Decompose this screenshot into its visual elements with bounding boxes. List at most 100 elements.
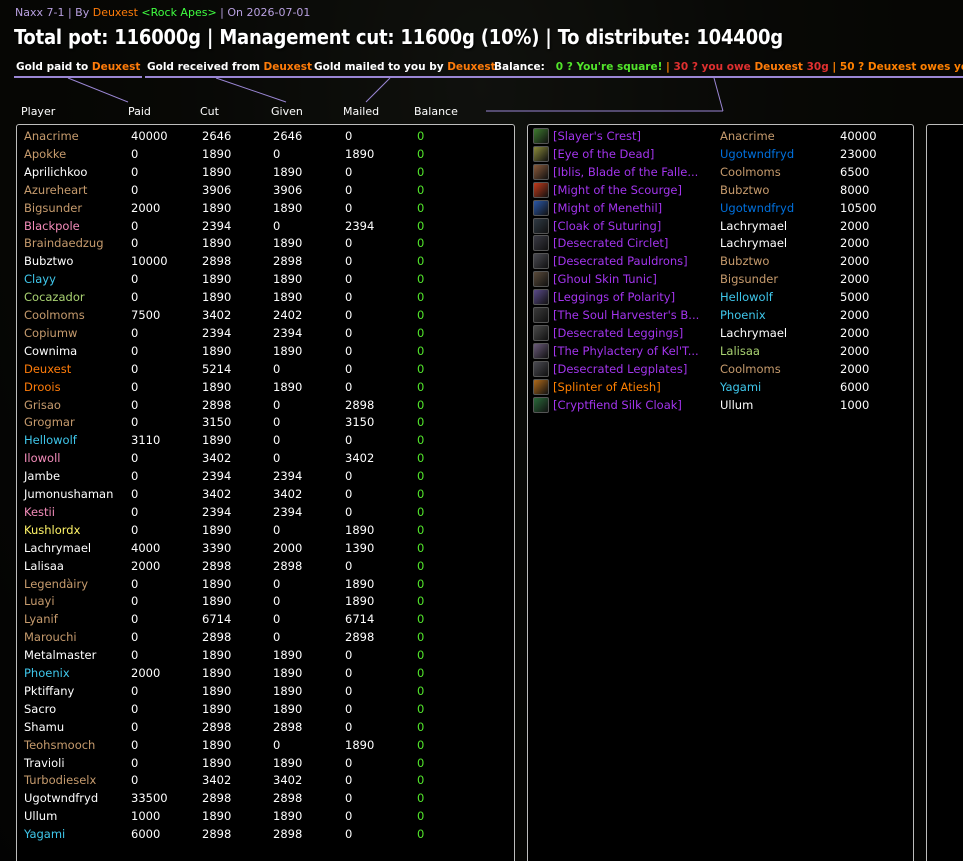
player-paid-cell: 10000 [131,254,168,269]
player-row[interactable]: Bubztwo 10000 2898 2898 0 0 [17,252,514,270]
player-given-cell: 2394 [273,325,303,340]
player-row[interactable]: Teohsmooch 0 1890 0 1890 0 [17,736,514,754]
loot-row[interactable]: [The Soul Harvester's B... Phoenix 2000 [528,306,913,324]
loot-panel[interactable]: [Slayer's Crest] Anacrime 40000 [Eye of the… [527,124,914,861]
player-balance-cell: 0 [417,683,425,698]
item-link[interactable]: [Slayer's Crest] [553,127,641,145]
player-row[interactable]: Ullum 1000 1890 1890 0 0 [17,807,514,825]
player-row[interactable]: Grogmar 0 3150 0 3150 0 [17,413,514,431]
item-link[interactable]: [Might of Menethil] [553,199,662,217]
player-row[interactable]: Anacrime 40000 2646 2646 0 0 [17,127,514,145]
player-row[interactable]: Lalisaa 2000 2898 2898 0 0 [17,557,514,575]
player-row[interactable]: Turbodieselx 0 3402 3402 0 0 [17,771,514,789]
loot-row[interactable]: [Desecrated Circlet] Lachrymael 2000 [528,234,913,252]
player-balance-cell: 0 [417,325,425,340]
player-row[interactable]: Travioli 0 1890 1890 0 0 [17,754,514,772]
item-link[interactable]: [Eye of the Dead] [553,145,654,163]
player-row[interactable]: Braindaedzug 0 1890 1890 0 0 [17,234,514,252]
player-row[interactable]: Kushlordx 0 1890 0 1890 0 [17,521,514,539]
player-mailed-cell: 0 [345,343,353,358]
loot-row[interactable]: [Eye of the Dead] Ugotwndfryd 23000 [528,145,913,163]
loot-row[interactable]: [Splinter of Atiesh] Yagami 6000 [528,378,913,396]
item-link[interactable]: [The Soul Harvester's B... [553,306,699,324]
player-row[interactable]: Jambe 0 2394 2394 0 0 [17,467,514,485]
player-row[interactable]: Metalmaster 0 1890 1890 0 0 [17,646,514,664]
player-row[interactable]: Coolmoms 7500 3402 2402 0 0 [17,306,514,324]
item-link[interactable]: [Cryptfiend Silk Cloak] [553,396,682,414]
player-given-cell: 0 [273,361,281,376]
player-row[interactable]: Cownima 0 1890 1890 0 0 [17,342,514,360]
player-balance-cell: 0 [417,773,425,788]
player-row[interactable]: Azureheart 0 3906 3906 0 0 [17,181,514,199]
player-row[interactable]: Pktiffany 0 1890 1890 0 0 [17,682,514,700]
player-row[interactable]: Grisao 0 2898 0 2898 0 [17,396,514,414]
loot-row[interactable]: [Desecrated Legplates] Coolmoms 2000 [528,360,913,378]
item-link[interactable]: [Splinter of Atiesh] [553,378,661,396]
item-link[interactable]: [Might of the Scourge] [553,181,682,199]
player-row[interactable]: Yagami 6000 2898 2898 0 0 [17,825,514,843]
loot-row[interactable]: [Slayer's Crest] Anacrime 40000 [528,127,913,145]
loot-row[interactable]: [Leggings of Polarity] Hellowolf 5000 [528,288,913,306]
player-row[interactable]: Lachrymael 4000 3390 2000 1390 0 [17,539,514,557]
loot-row[interactable]: [Cryptfiend Silk Cloak] Ullum 1000 [528,396,913,414]
player-row[interactable]: Apokke 0 1890 0 1890 0 [17,145,514,163]
player-row[interactable]: Copiumw 0 2394 2394 0 0 [17,324,514,342]
player-given-cell: 0 [273,397,281,412]
player-name-cell: Braindaedzug [24,236,104,251]
player-given-cell: 3402 [273,773,303,788]
item-link[interactable]: [Desecrated Legplates] [553,360,687,378]
player-row[interactable]: Shamu 0 2898 2898 0 0 [17,718,514,736]
player-row[interactable]: Marouchi 0 2898 0 2898 0 [17,628,514,646]
player-mailed-cell: 0 [345,433,353,448]
loot-row[interactable]: [Cloak of Suturing] Lachrymael 2000 [528,217,913,235]
player-name-cell: Blackpole [24,218,80,233]
player-row[interactable]: Lyanif 0 6714 0 6714 0 [17,610,514,628]
winner-name: Ugotwndfryd [720,146,795,161]
item-link[interactable]: [Desecrated Circlet] [553,234,668,252]
players-panel[interactable]: Anacrime 40000 2646 2646 0 0 Apokke 0 1890 0 1890 0… [16,124,515,861]
player-row[interactable]: Droois 0 1890 1890 0 0 [17,378,514,396]
player-row[interactable]: Luayi 0 1890 0 1890 0 [17,592,514,610]
loot-row[interactable]: [The Phylactery of Kel'T... Lalisaa 2000 [528,342,913,360]
eye-of-the-dead-icon [533,145,549,162]
player-given-cell: 1890 [273,683,303,698]
item-price: 2000 [840,218,870,233]
player-row[interactable]: Cocazador 0 1890 1890 0 0 [17,288,514,306]
player-row[interactable]: Aprilichkoo 0 1890 1890 0 0 [17,163,514,181]
player-row[interactable]: Hellowolf 3110 1890 0 0 0 [17,431,514,449]
loot-row[interactable]: [Might of Menethil] Ugotwndfryd 10500 [528,199,913,217]
player-row[interactable]: Ilowoll 0 3402 0 3402 0 [17,449,514,467]
player-row[interactable]: Kestii 0 2394 2394 0 0 [17,503,514,521]
item-link[interactable]: [Iblis, Blade of the Falle... [553,163,698,181]
loot-row[interactable]: [Desecrated Pauldrons] Bubztwo 2000 [528,252,913,270]
cryptfiend-silk-cloak-icon [533,396,549,413]
player-row[interactable]: Clayy 0 1890 1890 0 0 [17,270,514,288]
player-row[interactable]: Bigsunder 2000 1890 1890 0 0 [17,199,514,217]
item-link[interactable]: [The Phylactery of Kel'T... [553,342,699,360]
player-row[interactable]: Jumonushaman 0 3402 3402 0 0 [17,485,514,503]
player-cut-cell: 2394 [202,504,232,519]
player-balance-cell: 0 [417,594,425,609]
loot-row[interactable]: [Iblis, Blade of the Falle... Coolmoms 650… [528,163,913,181]
player-given-cell: 2898 [273,827,303,842]
item-link[interactable]: [Leggings of Polarity] [553,288,675,306]
player-cut-cell: 1890 [202,809,232,824]
player-row[interactable]: Blackpole 0 2394 0 2394 0 [17,217,514,235]
player-row[interactable]: Legendàiry 0 1890 0 1890 0 [17,575,514,593]
player-paid-cell: 0 [131,504,139,519]
loot-row[interactable]: [Ghoul Skin Tunic] Bigsunder 2000 [528,270,913,288]
item-link[interactable]: [Ghoul Skin Tunic] [553,270,657,288]
item-link[interactable]: [Desecrated Leggings] [553,324,683,342]
loot-row[interactable]: [Desecrated Leggings] Lachrymael 2000 [528,324,913,342]
player-paid-cell: 4000 [131,540,161,555]
player-row[interactable]: Phoenix 2000 1890 1890 0 0 [17,664,514,682]
player-row[interactable]: Ugotwndfryd 33500 2898 2898 0 0 [17,789,514,807]
player-mailed-cell: 0 [345,182,353,197]
item-link[interactable]: [Desecrated Pauldrons] [553,252,688,270]
player-paid-cell: 0 [131,164,139,179]
loot-row[interactable]: [Might of the Scourge] Bubztwo 8000 [528,181,913,199]
player-cut-cell: 2898 [202,254,232,269]
item-link[interactable]: [Cloak of Suturing] [553,217,661,235]
player-row[interactable]: Sacro 0 1890 1890 0 0 [17,700,514,718]
player-row[interactable]: Deuxest 0 5214 0 0 0 [17,360,514,378]
